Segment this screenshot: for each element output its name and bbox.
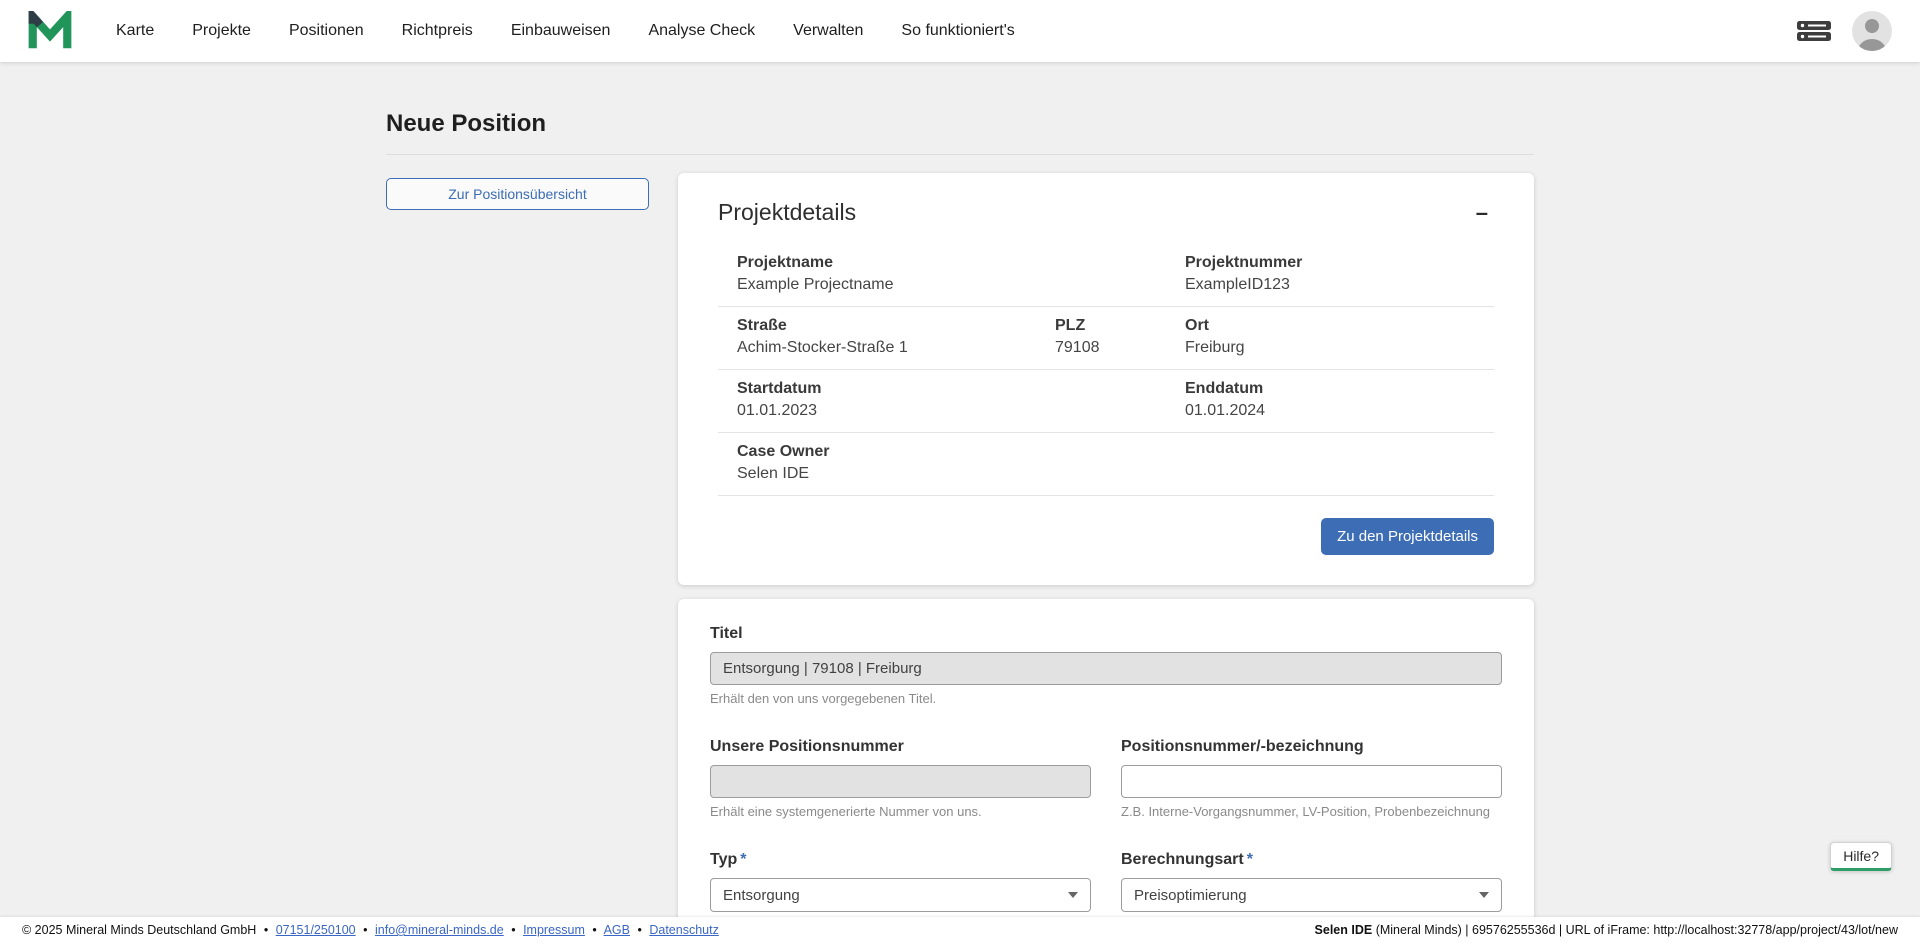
- collapse-card-button[interactable]: –: [1470, 200, 1494, 226]
- unsere-positionsnummer-input: [710, 765, 1091, 798]
- typ-label: Typ*: [710, 851, 1091, 869]
- enddatum-label: Enddatum: [1185, 379, 1494, 399]
- chevron-down-icon: [1068, 892, 1078, 898]
- separator: •: [511, 923, 515, 937]
- footer-session-details: (Mineral Minds) | 69576255536d | URL of …: [1372, 923, 1898, 937]
- nav-item-einbauweisen[interactable]: Einbauweisen: [511, 22, 611, 40]
- project-card-title: Projektdetails: [718, 199, 856, 226]
- copyright-text: © 2025 Mineral Minds Deutschland GmbH: [22, 923, 256, 937]
- typ-select[interactable]: Entsorgung: [710, 878, 1091, 912]
- back-to-positions-button[interactable]: Zur Positionsübersicht: [386, 178, 649, 210]
- separator: •: [264, 923, 268, 937]
- top-navbar: Karte Projekte Positionen Richtpreis Ein…: [0, 0, 1920, 62]
- projektnummer-value: ExampleID123: [1185, 275, 1494, 295]
- footer-user-name: Selen IDE: [1315, 923, 1373, 937]
- titel-helper: Erhält den von uns vorgegebenen Titel.: [710, 691, 1502, 706]
- required-marker: *: [1247, 851, 1253, 868]
- chevron-down-icon: [1479, 892, 1489, 898]
- titel-label: Titel: [710, 625, 1502, 643]
- help-button[interactable]: Hilfe?: [1830, 842, 1892, 871]
- strasse-label: Straße: [737, 316, 1055, 336]
- positionsnummer-bezeichnung-helper: Z.B. Interne-Vorgangsnummer, LV-Position…: [1121, 804, 1502, 819]
- nav-item-so-funktionierts[interactable]: So funktioniert's: [901, 22, 1014, 40]
- footer-session-info: Selen IDE (Mineral Minds) | 69576255536d…: [1315, 923, 1898, 937]
- berechnungsart-select[interactable]: Preisoptimierung: [1121, 878, 1502, 912]
- agb-link[interactable]: AGB: [604, 923, 630, 937]
- nav-item-positionen[interactable]: Positionen: [289, 22, 364, 40]
- unsere-positionsnummer-label: Unsere Positionsnummer: [710, 738, 1091, 756]
- table-row: Straße Achim-Stocker-Straße 1 PLZ 79108 …: [718, 307, 1494, 370]
- nav-item-karte[interactable]: Karte: [116, 22, 154, 40]
- go-to-project-details-button[interactable]: Zu den Projektdetails: [1321, 518, 1494, 555]
- titel-input: [710, 652, 1502, 685]
- impressum-link[interactable]: Impressum: [523, 923, 585, 937]
- positionsnummer-bezeichnung-label: Positionsnummer/-bezeichnung: [1121, 738, 1502, 756]
- new-position-form-card: Titel Erhält den von uns vorgegebenen Ti…: [678, 599, 1534, 943]
- case-owner-value: Selen IDE: [737, 464, 1185, 484]
- strasse-value: Achim-Stocker-Straße 1: [737, 338, 1055, 358]
- footer: © 2025 Mineral Minds Deutschland GmbH • …: [0, 917, 1920, 943]
- table-row: Projektname Example Projectname Projektn…: [718, 244, 1494, 307]
- email-link[interactable]: info@mineral-minds.de: [375, 923, 504, 937]
- table-row: Case Owner Selen IDE: [718, 433, 1494, 496]
- page-title: Neue Position: [386, 110, 1534, 138]
- required-marker: *: [740, 851, 746, 868]
- title-divider: [386, 154, 1534, 155]
- nav-item-projekte[interactable]: Projekte: [192, 22, 251, 40]
- berechnungsart-label: Berechnungsart*: [1121, 851, 1502, 869]
- phone-link[interactable]: 07151/250100: [276, 923, 356, 937]
- berechnungsart-selected-value: Preisoptimierung: [1134, 887, 1247, 904]
- nav-item-analyse-check[interactable]: Analyse Check: [648, 22, 755, 40]
- startdatum-value: 01.01.2023: [737, 401, 1055, 421]
- server-icon[interactable]: [1796, 18, 1832, 44]
- datenschutz-link[interactable]: Datenschutz: [649, 923, 718, 937]
- table-row: Startdatum 01.01.2023 Enddatum 01.01.202…: [718, 370, 1494, 433]
- plz-value: 79108: [1055, 338, 1185, 358]
- plz-label: PLZ: [1055, 316, 1185, 336]
- enddatum-value: 01.01.2024: [1185, 401, 1494, 421]
- separator: •: [592, 923, 596, 937]
- unsere-positionsnummer-helper: Erhält eine systemgenerierte Nummer von …: [710, 804, 1091, 819]
- projektname-value: Example Projectname: [737, 275, 1185, 295]
- main-content: Neue Position Zur Positionsübersicht Pro…: [386, 62, 1534, 943]
- positionsnummer-bezeichnung-input[interactable]: [1121, 765, 1502, 798]
- case-owner-label: Case Owner: [737, 442, 1185, 462]
- project-details-card: Projektdetails – Projektname Example Pro…: [678, 173, 1534, 585]
- ort-label: Ort: [1185, 316, 1494, 336]
- projektnummer-label: Projektnummer: [1185, 253, 1494, 273]
- ort-value: Freiburg: [1185, 338, 1494, 358]
- project-fields-table: Projektname Example Projectname Projektn…: [718, 244, 1494, 496]
- startdatum-label: Startdatum: [737, 379, 1055, 399]
- typ-selected-value: Entsorgung: [723, 887, 800, 904]
- separator: •: [637, 923, 641, 937]
- mineral-minds-logo-icon[interactable]: [28, 9, 72, 53]
- footer-left: © 2025 Mineral Minds Deutschland GmbH • …: [22, 923, 719, 937]
- user-avatar[interactable]: [1852, 11, 1892, 51]
- projektname-label: Projektname: [737, 253, 1185, 273]
- nav-item-richtpreis[interactable]: Richtpreis: [402, 22, 473, 40]
- nav-item-verwalten[interactable]: Verwalten: [793, 22, 863, 40]
- separator: •: [363, 923, 367, 937]
